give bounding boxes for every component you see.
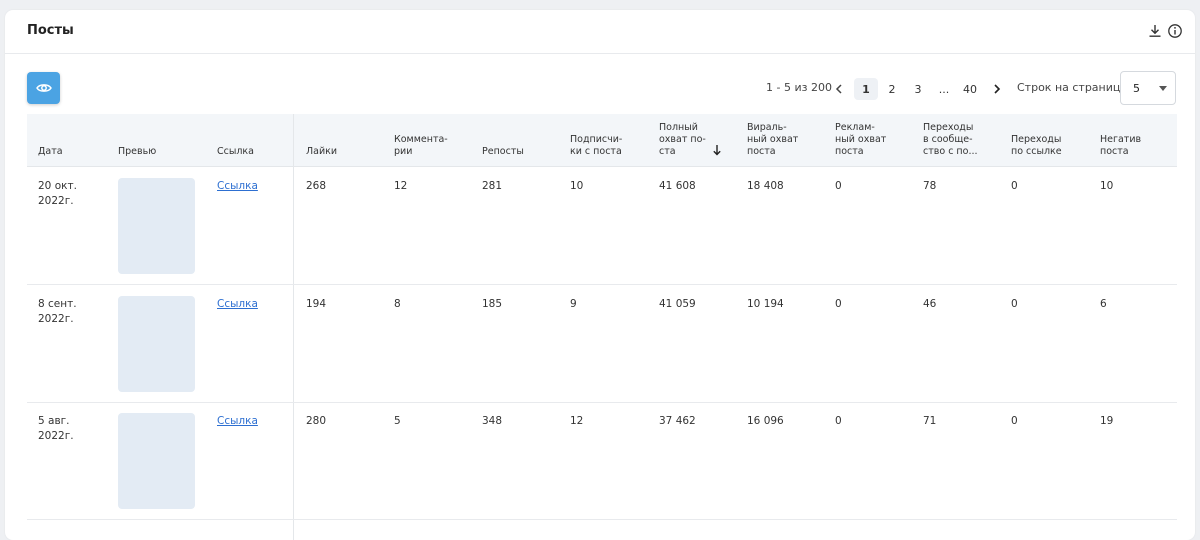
card-title: Посты: [27, 23, 74, 38]
cell-comments: 8: [394, 298, 401, 310]
post-link[interactable]: Ссылка: [217, 179, 258, 194]
next-page-button[interactable]: [990, 78, 1004, 100]
cell-link-visits: 0: [1011, 298, 1018, 310]
cell-full-reach: 37 462: [659, 415, 696, 427]
cell-likes: 268: [306, 180, 327, 192]
cell-subscribers: 10: [570, 180, 584, 192]
post-preview-thumbnail[interactable]: [118, 413, 195, 509]
table-header: Дата Превью Ссылка Лайки Коммента-рии Ре…: [27, 114, 1177, 167]
post-preview-thumbnail[interactable]: [118, 296, 195, 392]
page-button-1[interactable]: 1: [854, 78, 878, 100]
column-subscribers[interactable]: Подписчи-ки с поста: [570, 134, 622, 158]
column-viral-reach[interactable]: Вираль-ный охват поста: [747, 122, 798, 158]
column-reposts[interactable]: Репосты: [482, 146, 524, 158]
cell-community-visits: 46: [923, 298, 937, 310]
table-row: 8 сент. 2022г. Ссылка 194 8 185 9 41 059 …: [27, 285, 1177, 403]
info-icon[interactable]: [1167, 23, 1183, 39]
table-row: 5 авг. 2022г. Ссылка 280 5 348 12 37 462 …: [27, 402, 1177, 520]
pagination-range: 1 - 5 из 200: [766, 81, 832, 94]
column-full-reach[interactable]: Полный охват по-ста: [659, 122, 706, 158]
cell-viral-reach: 16 096: [747, 415, 784, 427]
card-header: Посты: [5, 10, 1195, 54]
cell-full-reach: 41 059: [659, 298, 696, 310]
cell-negative: 19: [1100, 415, 1114, 427]
cell-ad-reach: 0: [835, 298, 842, 310]
page-button-40[interactable]: 40: [958, 78, 982, 100]
cell-date: 5 авг. 2022г.: [38, 415, 74, 442]
chevron-right-icon: [994, 84, 1001, 94]
cell-negative: 10: [1100, 180, 1114, 192]
cell-date: 20 окт. 2022г.: [38, 180, 77, 207]
post-link[interactable]: Ссылка: [217, 297, 258, 312]
cell-ad-reach: 0: [835, 180, 842, 192]
column-likes[interactable]: Лайки: [306, 146, 337, 158]
column-negative[interactable]: Негатив поста: [1100, 134, 1141, 158]
cell-comments: 12: [394, 180, 408, 192]
cell-community-visits: 71: [923, 415, 937, 427]
post-link[interactable]: Ссылка: [217, 414, 258, 429]
rows-per-page-label: Строк на странице: [1017, 81, 1128, 94]
caret-down-icon: [1159, 86, 1167, 91]
post-preview-thumbnail[interactable]: [118, 178, 195, 274]
cell-reposts: 348: [482, 415, 503, 427]
rows-per-page-select[interactable]: 5: [1120, 71, 1176, 105]
cell-link-visits: 0: [1011, 180, 1018, 192]
cell-reposts: 185: [482, 298, 503, 310]
cell-likes: 280: [306, 415, 327, 427]
prev-page-button[interactable]: [832, 78, 846, 100]
download-icon[interactable]: [1147, 23, 1163, 39]
cell-viral-reach: 10 194: [747, 298, 784, 310]
arrow-down-icon[interactable]: [712, 144, 722, 156]
column-link-visits[interactable]: Переходы по ссылке: [1011, 134, 1062, 158]
column-comments[interactable]: Коммента-рии: [394, 134, 448, 158]
cell-date: 8 сент. 2022г.: [38, 298, 77, 325]
cell-community-visits: 78: [923, 180, 937, 192]
header-actions: [1147, 23, 1183, 39]
column-ad-reach[interactable]: Реклам-ный охват поста: [835, 122, 886, 158]
column-preview[interactable]: Превью: [118, 146, 156, 158]
page-button-3[interactable]: 3: [906, 78, 930, 100]
cell-likes: 194: [306, 298, 327, 310]
cell-negative: 6: [1100, 298, 1107, 310]
cell-ad-reach: 0: [835, 415, 842, 427]
page-ellipsis: ...: [938, 82, 950, 96]
cell-subscribers: 9: [570, 298, 577, 310]
column-community-visits[interactable]: Переходы в сообще-ство с по...: [923, 122, 978, 158]
cell-reposts: 281: [482, 180, 503, 192]
cell-viral-reach: 18 408: [747, 180, 784, 192]
cell-link-visits: 0: [1011, 415, 1018, 427]
column-date[interactable]: Дата: [38, 146, 63, 158]
page-button-2[interactable]: 2: [880, 78, 904, 100]
chevron-left-icon: [835, 84, 842, 94]
cell-full-reach: 41 608: [659, 180, 696, 192]
posts-card: Посты 1 - 5 из 200 1 2 3 ... 40 Строк на…: [5, 10, 1195, 540]
table-row: 20 окт. 2022г. Ссылка 268 12 281 10 41 60…: [27, 167, 1177, 285]
rows-per-page-value: 5: [1133, 82, 1140, 95]
cell-subscribers: 12: [570, 415, 584, 427]
pagination: 1 - 5 из 200 1 2 3 ... 40 Строк на стран…: [5, 78, 1195, 100]
column-link[interactable]: Ссылка: [217, 146, 254, 158]
cell-comments: 5: [394, 415, 401, 427]
